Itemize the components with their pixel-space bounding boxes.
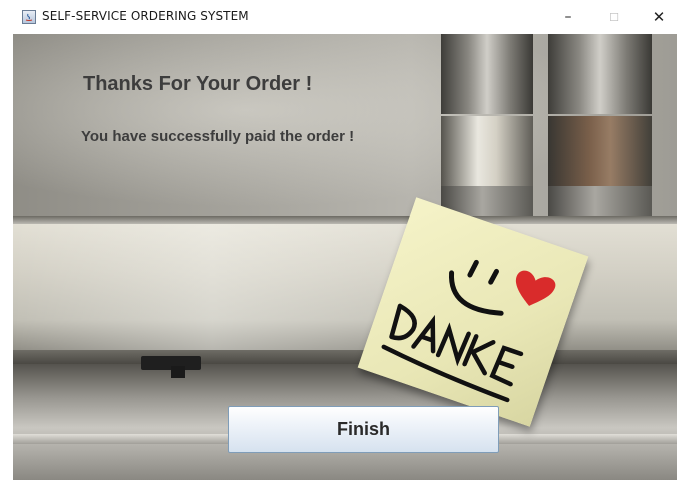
window-frame-left [0,34,13,481]
maximize-button[interactable]: ☐ [591,2,637,32]
minimize-button[interactable]: – [545,2,591,32]
minimize-icon: – [564,9,572,25]
app-window: SELF-SERVICE ORDERING SYSTEM – ☐ ✕ Thank… [0,0,686,481]
title-bar[interactable]: SELF-SERVICE ORDERING SYSTEM – ☐ ✕ [0,0,686,34]
java-app-icon [22,10,36,24]
pepper-mill-image [548,34,652,220]
hood-bottom [13,350,677,364]
close-button[interactable]: ✕ [636,2,682,32]
thanks-heading: Thanks For Your Order ! [83,73,313,95]
close-icon: ✕ [652,8,666,26]
window-title: SELF-SERVICE ORDERING SYSTEM [42,9,249,23]
salt-mill-image [441,34,533,220]
maximize-icon: ☐ [609,10,619,24]
finish-button[interactable]: Finish [228,406,499,453]
window-frame-right [677,34,686,481]
hood-clip [141,356,201,378]
payment-success-message: You have successfully paid the order ! [81,128,355,145]
